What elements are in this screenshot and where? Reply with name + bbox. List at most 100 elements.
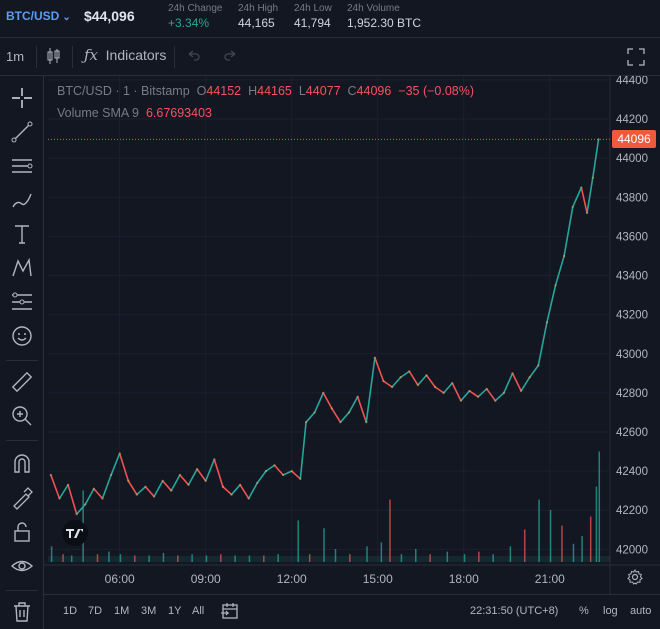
range-1y[interactable]: 1Y <box>168 605 181 617</box>
price-point <box>178 473 181 477</box>
price-point <box>247 497 250 500</box>
price-point <box>213 458 216 461</box>
date-range-icon[interactable] <box>220 601 240 624</box>
tradingview-logo-icon[interactable] <box>60 520 90 546</box>
lock-icon[interactable] <box>10 520 34 544</box>
price-point <box>451 381 454 385</box>
range-7d[interactable]: 7D <box>88 605 102 617</box>
volume-bar <box>598 451 601 562</box>
fullscreen-icon[interactable] <box>626 47 646 70</box>
measure-lines-icon[interactable] <box>10 290 34 314</box>
legend-o-label: O <box>196 84 207 98</box>
price-tick-label: 42800 <box>616 388 648 400</box>
price-segment <box>503 372 514 394</box>
price-segment <box>291 470 301 480</box>
stat-value: 41,794 <box>294 16 331 30</box>
eye-icon[interactable] <box>10 554 34 578</box>
zoom-in-icon[interactable] <box>10 404 34 428</box>
price-tick-label: 44400 <box>616 76 648 87</box>
trend-line-icon[interactable] <box>10 120 34 144</box>
lock-drawing-icon[interactable] <box>10 486 34 510</box>
ohlc-legend: BTC/USD · 1 · Bitstamp O44152 H44165 L44… <box>57 84 475 98</box>
range-1m[interactable]: 1M <box>114 605 129 617</box>
volume-bar <box>549 510 552 562</box>
clock-time[interactable]: 22:31:50 (UTC+8) <box>470 605 558 617</box>
range-all[interactable]: All <box>192 605 204 617</box>
price-point <box>554 284 557 287</box>
price-tick-label: 44000 <box>616 153 648 165</box>
price-point <box>304 421 308 424</box>
candles-icon[interactable] <box>46 46 62 69</box>
text-icon[interactable] <box>10 222 34 246</box>
range-1d[interactable]: 1D <box>63 605 77 617</box>
price-point <box>330 407 333 410</box>
price-point <box>477 395 480 398</box>
volume-legend: Volume SMA 9 6.67693403 <box>57 106 212 120</box>
crosshair-icon[interactable] <box>10 86 34 110</box>
price-segment <box>144 486 155 498</box>
indicators-button[interactable]: ƒx Indicators <box>84 46 166 64</box>
time-tick-label: 12:00 <box>277 572 307 586</box>
pattern-icon[interactable] <box>10 256 34 280</box>
emoji-icon[interactable] <box>10 324 34 348</box>
horizontal-lines-icon[interactable] <box>10 154 34 178</box>
price-point <box>399 376 402 379</box>
price-chart[interactable]: 42000 42200 42400 42600 42800 43000 43200 43400… <box>44 76 660 594</box>
price-point <box>204 479 207 482</box>
time-tick-label: 09:00 <box>191 572 221 586</box>
range-3m[interactable]: 3M <box>141 605 156 617</box>
price-point <box>118 452 121 455</box>
price-segment <box>248 482 259 499</box>
price-segment <box>356 396 368 423</box>
price-point <box>502 391 506 394</box>
price-point <box>591 176 594 179</box>
price-segment <box>563 206 574 257</box>
price-segment <box>546 285 557 323</box>
log-toggle[interactable]: log <box>603 605 618 617</box>
price-point <box>442 391 445 394</box>
stat-label: 24h Low <box>294 3 332 14</box>
price-point <box>290 470 293 473</box>
auto-toggle[interactable]: auto <box>630 605 651 617</box>
price-point <box>230 493 233 496</box>
price-point <box>365 421 368 424</box>
chart-toolbar: 1m ƒx Indicators <box>0 38 660 76</box>
undo-icon[interactable] <box>186 48 202 67</box>
magnet-icon[interactable] <box>10 452 34 476</box>
legend-high: 44165 <box>257 84 292 98</box>
legend-symbol: BTC/USD <box>57 84 112 98</box>
price-point <box>101 497 104 500</box>
price-segment <box>494 392 505 402</box>
price-tick-label: 42600 <box>616 427 648 439</box>
price-segment <box>331 408 342 423</box>
legend-open: 44152 <box>206 84 242 98</box>
price-point <box>459 399 462 402</box>
time-tick-label: 18:00 <box>449 572 479 586</box>
interval-button[interactable]: 1m <box>6 49 24 64</box>
price-point <box>494 399 497 402</box>
settings-gear-icon[interactable] <box>627 569 643 590</box>
brush-icon[interactable] <box>10 188 34 212</box>
percent-toggle[interactable]: % <box>579 605 589 617</box>
redo-icon[interactable] <box>222 48 238 67</box>
price-segment <box>580 187 588 214</box>
price-point <box>256 481 259 484</box>
time-axis: 06:00 09:00 12:00 15:00 18:00 21:00 <box>105 572 565 586</box>
chart-grid <box>44 76 660 594</box>
price-tick-label: 42400 <box>616 466 648 478</box>
price-point <box>563 254 566 258</box>
price-point <box>339 421 342 424</box>
trash-icon[interactable] <box>10 600 34 624</box>
price-segment <box>511 372 522 392</box>
price-point <box>313 411 316 414</box>
ruler-icon[interactable] <box>10 370 34 394</box>
price-segment <box>391 376 402 388</box>
price-segment <box>162 480 172 492</box>
price-series <box>49 138 600 516</box>
volume-value: 6.67693403 <box>145 106 212 120</box>
price-point <box>127 479 130 482</box>
symbol-selector[interactable]: BTC/USD ⌄ <box>6 9 71 23</box>
price-segment <box>50 474 61 499</box>
price-point <box>347 411 351 414</box>
price-point <box>152 495 156 498</box>
